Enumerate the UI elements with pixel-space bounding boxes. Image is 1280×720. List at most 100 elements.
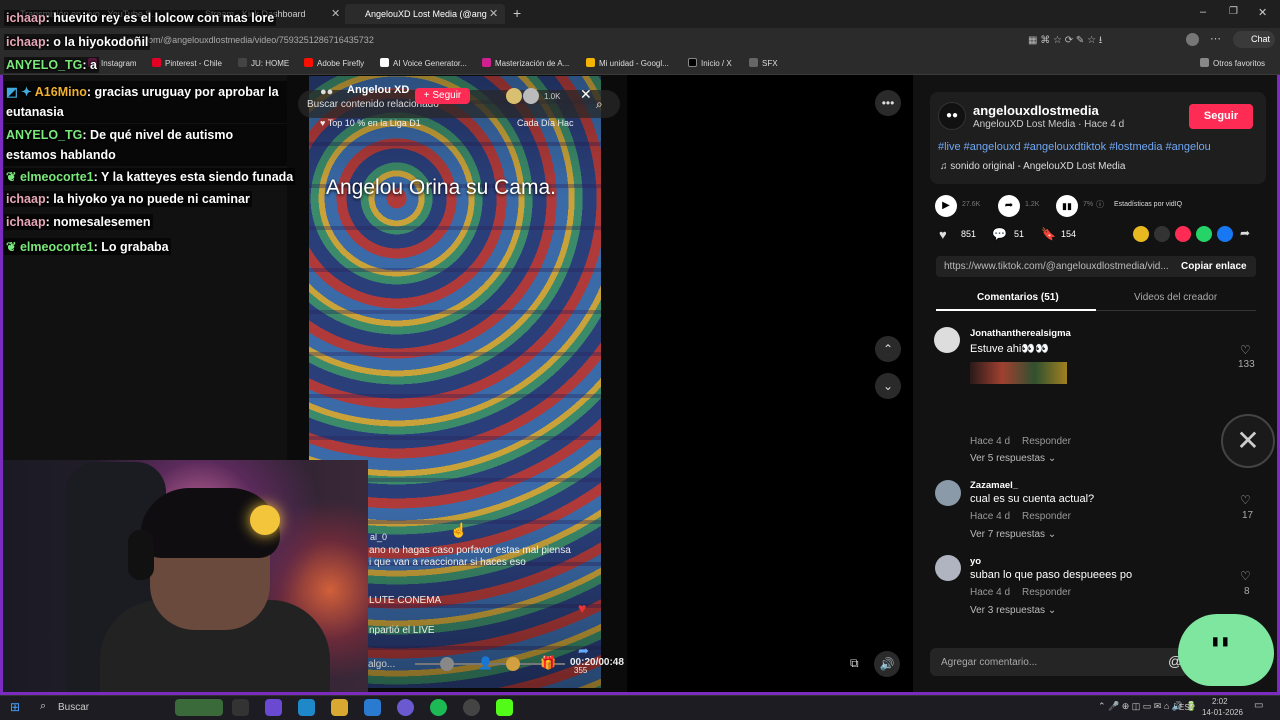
reply-button[interactable]: Responder [1022, 436, 1071, 447]
edge-icon[interactable] [298, 699, 315, 716]
live-comment-input[interactable]: algo... [368, 659, 395, 670]
comment-user[interactable]: Zazamael_ [970, 480, 1018, 491]
vidiq-label: Estadísticas por vidIQ [1114, 201, 1183, 208]
facebook-icon[interactable] [1217, 226, 1233, 242]
search-icon[interactable]: ⌕ [596, 97, 603, 112]
close-tab-icon[interactable]: ✕ [489, 7, 498, 20]
clock-time[interactable]: 2:02 [1212, 697, 1228, 706]
embed-icon[interactable] [1154, 226, 1170, 242]
store-icon[interactable] [364, 699, 381, 716]
pip-icon[interactable]: ⧉ [850, 656, 859, 671]
copy-link-button[interactable]: Copiar enlace [1181, 261, 1247, 272]
mouse-cursor-icon: ☝ [450, 522, 468, 538]
more-options-button[interactable]: ••• [875, 90, 901, 116]
bookmark-ju-home[interactable]: JU: HOME [238, 57, 289, 71]
close-live-icon[interactable]: ✕ [580, 86, 592, 103]
comment-like-icon[interactable]: ♡ [1240, 569, 1251, 583]
bookmark-x[interactable]: Inicio / X [688, 57, 732, 71]
save-count: 154 [1061, 229, 1077, 239]
comment-like-count: 17 [1242, 510, 1254, 521]
play-icon[interactable]: ▶ [935, 195, 957, 217]
bookmark-google-drive[interactable]: Mi unidad - Googl... [586, 57, 669, 71]
task-view-icon[interactable] [232, 699, 249, 716]
taskbar-search[interactable]: Buscar [58, 702, 89, 713]
comment-user[interactable]: Jonathantherealsigma [970, 328, 1071, 339]
commenter-avatar[interactable] [934, 327, 960, 353]
user-icon[interactable]: 👤 [478, 656, 493, 670]
tab-creator-videos[interactable]: Videos del creador [1134, 292, 1217, 303]
emoji-icon[interactable] [440, 657, 454, 671]
tab-comments[interactable]: Comentarios (51) [977, 292, 1059, 303]
view-replies[interactable]: Ver 5 respuestas ⌄ [970, 453, 1056, 464]
close-window-icon[interactable]: ✕ [1258, 6, 1267, 19]
other-bookmarks[interactable]: Otros favoritos [1200, 57, 1265, 71]
search-icon[interactable]: ⌕ [40, 700, 46, 713]
kick-icon[interactable] [496, 699, 513, 716]
video-link[interactable]: https://www.tiktok.com/@angelouxdlostmed… [944, 261, 1172, 272]
notifications-icon[interactable]: ▭ [1254, 700, 1263, 711]
spotify-icon[interactable] [430, 699, 447, 716]
maximize-icon[interactable]: ❐ [1229, 6, 1238, 17]
gift-icon[interactable]: 🎁 [540, 655, 556, 671]
bookmark-ai-voice[interactable]: AI Voice Generator... [380, 57, 467, 71]
commenter-avatar[interactable] [935, 480, 961, 506]
play-count: 27.6K [962, 201, 981, 208]
extensions-icons[interactable]: ▦ ⌘ ☆ ⟳ ✎ ☆ ⭳ [1028, 33, 1102, 50]
comment-date: Hace 4 d [970, 436, 1011, 447]
bookmark-pinterest[interactable]: Pinterest - Chile [152, 57, 222, 71]
copilot-icon[interactable] [265, 699, 282, 716]
new-tab-icon[interactable]: + [513, 5, 521, 21]
copilot-chat-button[interactable]: Chat [1233, 31, 1275, 48]
comment-like-icon[interactable]: ♡ [1240, 493, 1251, 507]
comment-like-icon[interactable]: ♡ [1240, 343, 1251, 357]
comment-like-count: 8 [1244, 586, 1250, 597]
send-icon[interactable] [1175, 226, 1191, 242]
reply-button[interactable]: Responder [1022, 511, 1071, 522]
creator-avatar[interactable]: ●● [938, 102, 966, 130]
view-replies[interactable]: Ver 7 respuestas ⌄ [970, 529, 1056, 540]
bookmark-sfx[interactable]: SFX [749, 57, 778, 71]
next-video-button[interactable]: ⌄ [875, 373, 901, 399]
share-icon[interactable]: ➦ [998, 195, 1020, 217]
more-share-icon[interactable]: ➦ [1240, 226, 1250, 240]
video-follow-button[interactable]: + Seguir [415, 88, 470, 104]
comment-image[interactable] [970, 362, 1067, 384]
heart-icon[interactable]: ♥ [578, 600, 586, 616]
follow-button[interactable]: Seguir [1189, 104, 1253, 129]
coin-icon[interactable] [506, 657, 520, 671]
more-icon[interactable]: ⋯ [1210, 32, 1221, 45]
discord-icon[interactable] [397, 699, 414, 716]
volume-button[interactable]: 🔊 [874, 651, 900, 677]
creator-username[interactable]: angelouxdlostmedia [973, 103, 1099, 118]
bookmark-icon[interactable]: 🔖 [1041, 227, 1056, 241]
bookmark-adobe-firefly[interactable]: Adobe Firefly [304, 57, 364, 71]
commenter-avatar[interactable] [935, 555, 961, 581]
clock-date[interactable]: 14-01-2026 [1202, 708, 1243, 717]
file-explorer-icon[interactable] [331, 699, 348, 716]
reply-button[interactable]: Responder [1022, 587, 1071, 598]
add-comment-input[interactable]: Agregar comentario... [941, 657, 1037, 668]
obs-icon[interactable] [463, 699, 480, 716]
comment-icon[interactable]: 💬 [992, 227, 1007, 241]
previous-video-button[interactable]: ⌃ [875, 336, 901, 362]
coin-share-icon[interactable] [1133, 226, 1149, 242]
league-badge: ♥ Top 10 % en la Liga D1 [320, 118, 421, 128]
minimize-icon[interactable]: – [1200, 6, 1206, 18]
whatsapp-icon[interactable] [1196, 226, 1212, 242]
like-icon[interactable]: ♥ [939, 227, 947, 242]
weather-widget[interactable] [175, 699, 223, 716]
video-author[interactable]: Angelou XD [347, 84, 409, 96]
bookmark-masterizacion[interactable]: Masterización de A... [482, 57, 569, 71]
stats-icon[interactable]: ▮▮ [1056, 195, 1078, 217]
windows-start-icon[interactable]: ⊞ [10, 700, 20, 714]
view-replies[interactable]: Ver 3 respuestas ⌄ [970, 605, 1056, 616]
active-tab-indicator [936, 309, 1096, 311]
comment-user[interactable]: yo [970, 556, 981, 567]
profile-avatar[interactable] [1186, 33, 1199, 46]
sound-info[interactable]: ♫ sonido original - AngelouXD Lost Media [940, 161, 1125, 172]
close-tab-icon[interactable]: ✕ [331, 7, 340, 20]
hashtags[interactable]: #live #angelouxd #angelouxdtiktok #lostm… [938, 141, 1211, 153]
language-indicator[interactable]: ESP [1179, 703, 1195, 712]
tab-tiktok[interactable]: AngelouXD Lost Media (@ang [345, 4, 505, 24]
url-field[interactable]: tiktok.com/@angelouxdlostmedia/video/759… [120, 31, 1020, 49]
